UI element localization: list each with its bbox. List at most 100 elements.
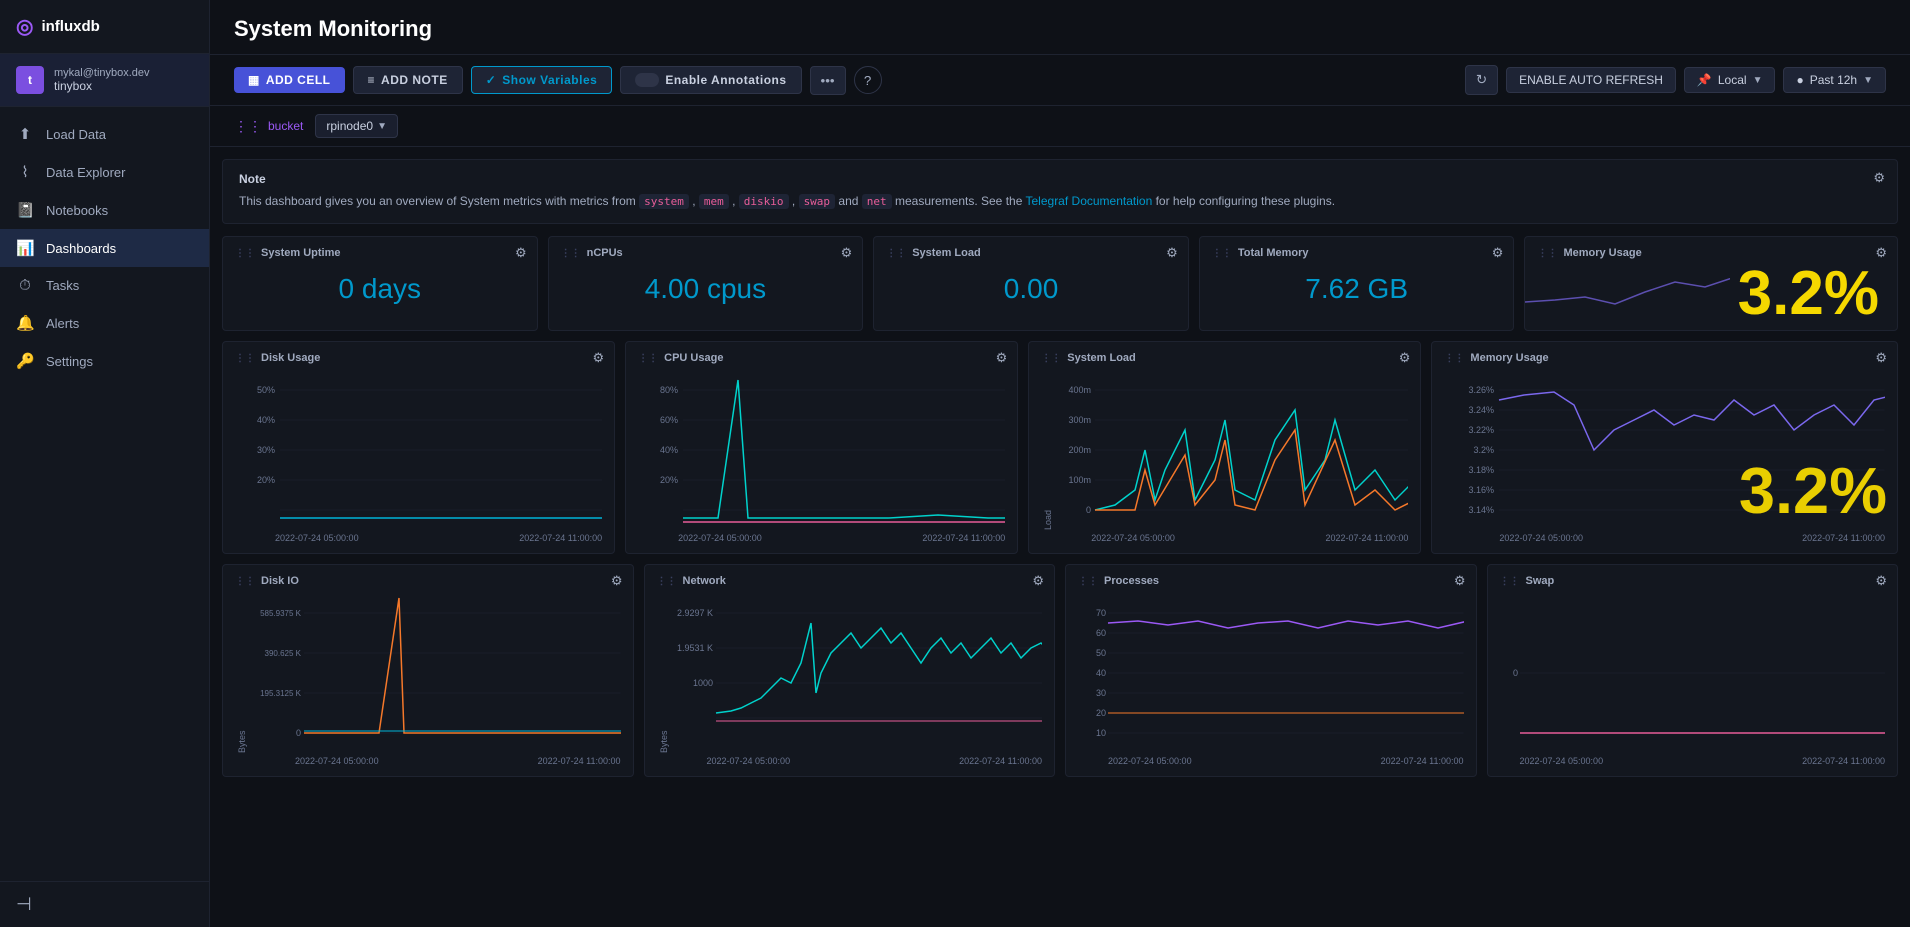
logo-icon: ◎ bbox=[16, 14, 33, 39]
add-note-icon: ≡ bbox=[368, 73, 376, 87]
chart-card-system-load: ⋮⋮ System Load ⚙ Load 400m 300m 200m bbox=[1028, 341, 1421, 554]
enable-auto-refresh-button[interactable]: ENABLE AUTO REFRESH bbox=[1506, 67, 1676, 93]
stat-card-memory-usage: ⋮⋮ Memory Usage ⚙ 3.2% bbox=[1524, 236, 1898, 331]
chart-card-processes: ⋮⋮ Processes ⚙ 70 60 50 bbox=[1065, 564, 1477, 777]
sidebar-nav: ⬆ Load Data ⌇ Data Explorer 📓 Notebooks … bbox=[0, 107, 209, 881]
svg-text:50%: 50% bbox=[257, 385, 275, 395]
network-gear-icon[interactable]: ⚙ bbox=[1032, 573, 1044, 589]
note-gear-icon[interactable]: ⚙ bbox=[1873, 170, 1885, 186]
svg-text:80%: 80% bbox=[660, 385, 678, 395]
drag-handle-icon: ⋮⋮ bbox=[235, 576, 255, 587]
stat-card-gear-icon[interactable]: ⚙ bbox=[841, 245, 853, 261]
sidebar-item-load-data[interactable]: ⬆ Load Data bbox=[0, 115, 209, 153]
stat-card-title: ⋮⋮ Memory Usage bbox=[1537, 247, 1885, 259]
sidebar-item-data-explorer[interactable]: ⌇ Data Explorer bbox=[0, 153, 209, 191]
svg-text:0: 0 bbox=[296, 728, 301, 738]
chart-card-title: ⋮⋮ Disk IO bbox=[235, 575, 621, 587]
disk-io-gear-icon[interactable]: ⚙ bbox=[611, 573, 623, 589]
svg-text:10: 10 bbox=[1096, 728, 1106, 738]
alerts-icon: 🔔 bbox=[16, 314, 34, 332]
sidebar: ◎ influxdb t mykal@tinybox.dev tinybox ⬆… bbox=[0, 0, 210, 927]
svg-text:3.26%: 3.26% bbox=[1469, 385, 1495, 395]
cpu-usage-svg: 80% 60% 40% 20% bbox=[638, 370, 1005, 530]
chart-time-labels: 2022-07-24 05:00:00 2022-07-24 11:00:00 bbox=[1499, 533, 1885, 543]
svg-text:70: 70 bbox=[1096, 608, 1106, 618]
drag-handle-icon: ⋮⋮ bbox=[561, 248, 581, 259]
add-cell-icon: ▦ bbox=[248, 73, 260, 87]
stat-value-uptime: 0 days bbox=[235, 265, 525, 313]
variable-bucket-select[interactable]: rpinode0 ▼ bbox=[315, 114, 398, 138]
swap-gear-icon[interactable]: ⚙ bbox=[1875, 573, 1887, 589]
cpu-usage-chart-area: 80% 60% 40% 20% bbox=[638, 370, 1005, 530]
sidebar-item-notebooks[interactable]: 📓 Notebooks bbox=[0, 191, 209, 229]
disk-usage-gear-icon[interactable]: ⚙ bbox=[592, 350, 604, 366]
chart-time-labels: 2022-07-24 05:00:00 2022-07-24 11:00:00 bbox=[678, 533, 1005, 543]
help-button[interactable]: ? bbox=[854, 66, 882, 94]
telegraf-docs-link[interactable]: Telegraf Documentation bbox=[1026, 194, 1153, 208]
timezone-selector[interactable]: 📌 Local ▼ bbox=[1684, 67, 1776, 93]
sidebar-item-settings[interactable]: 🔑 Settings bbox=[0, 342, 209, 380]
time-range-selector[interactable]: ● Past 12h ▼ bbox=[1783, 67, 1886, 93]
variable-icon: ⋮⋮ bbox=[234, 118, 262, 135]
add-cell-button[interactable]: ▦ ADD CELL bbox=[234, 67, 345, 93]
system-load-chart-gear-icon[interactable]: ⚙ bbox=[1399, 350, 1411, 366]
processes-svg: 70 60 50 40 30 20 10 bbox=[1078, 593, 1464, 753]
explore-icon: ⌇ bbox=[16, 163, 34, 181]
svg-text:0: 0 bbox=[1086, 505, 1091, 515]
drag-handle-icon: ⋮⋮ bbox=[235, 353, 255, 364]
cpu-usage-gear-icon[interactable]: ⚙ bbox=[996, 350, 1008, 366]
network-chart-area: Bytes 2.9297 K 1.9531 K 1000 bbox=[657, 593, 1043, 753]
enable-annotations-button[interactable]: Enable Annotations bbox=[620, 66, 801, 94]
stat-card-system-load: ⋮⋮ System Load ⚙ 0.00 bbox=[873, 236, 1189, 331]
user-info: mykal@tinybox.dev tinybox bbox=[54, 67, 150, 93]
y-axis-label-load: Load bbox=[1041, 370, 1055, 530]
dashboard-icon: 📊 bbox=[16, 239, 34, 257]
note-title: Note bbox=[239, 172, 1881, 186]
sidebar-item-label: Load Data bbox=[46, 127, 106, 142]
user-email: mykal@tinybox.dev bbox=[54, 67, 150, 79]
upload-icon: ⬆ bbox=[16, 125, 34, 143]
drag-handle-icon: ⋮⋮ bbox=[1041, 353, 1061, 364]
stat-card-gear-icon[interactable]: ⚙ bbox=[515, 245, 527, 261]
svg-text:1.9531 K: 1.9531 K bbox=[676, 643, 712, 653]
chart-card-title: ⋮⋮ Swap bbox=[1500, 575, 1886, 587]
add-note-button[interactable]: ≡ ADD NOTE bbox=[353, 66, 463, 94]
memory-usage-big-value: 3.2% bbox=[1738, 263, 1889, 325]
stat-value-ncpus: 4.00 cpus bbox=[561, 265, 851, 313]
processes-gear-icon[interactable]: ⚙ bbox=[1454, 573, 1466, 589]
svg-text:60: 60 bbox=[1096, 628, 1106, 638]
toolbar: ▦ ADD CELL ≡ ADD NOTE ✓ Show Variables E… bbox=[210, 55, 1910, 106]
avatar: t bbox=[16, 66, 44, 94]
svg-text:3.16%: 3.16% bbox=[1469, 485, 1495, 495]
check-icon: ✓ bbox=[486, 73, 497, 87]
sidebar-item-label: Alerts bbox=[46, 316, 79, 331]
code-net: net bbox=[862, 194, 892, 209]
memory-usage-chart bbox=[1525, 262, 1729, 331]
stat-card-title: ⋮⋮ System Load bbox=[886, 247, 1176, 259]
stat-card-gear-icon[interactable]: ⚙ bbox=[1166, 245, 1178, 261]
chevron-down-icon: ▼ bbox=[1753, 75, 1763, 86]
variable-bucket-label: ⋮⋮ bucket bbox=[234, 118, 303, 135]
stat-card-ncpus: ⋮⋮ nCPUs ⚙ 4.00 cpus bbox=[548, 236, 864, 331]
stat-card-title: ⋮⋮ nCPUs bbox=[561, 247, 851, 259]
note-panel: Note ⚙ This dashboard gives you an overv… bbox=[222, 159, 1898, 224]
memory-usage-full-gear-icon[interactable]: ⚙ bbox=[1875, 350, 1887, 366]
sidebar-collapse-button[interactable]: ⊣ bbox=[16, 894, 32, 914]
sidebar-item-tasks[interactable]: ⏱ Tasks bbox=[0, 267, 209, 304]
svg-text:20%: 20% bbox=[257, 475, 275, 485]
chart-card-swap: ⋮⋮ Swap ⚙ 0 2022-07-24 05:00:00 2022-07- bbox=[1487, 564, 1899, 777]
sidebar-item-dashboards[interactable]: 📊 Dashboards bbox=[0, 229, 209, 267]
stat-card-gear-icon[interactable]: ⚙ bbox=[1492, 245, 1504, 261]
drag-handle-icon: ⋮⋮ bbox=[1444, 353, 1464, 364]
chart-card-cpu-usage: ⋮⋮ CPU Usage ⚙ 80% 60% 40% 20% bbox=[625, 341, 1018, 554]
more-options-button[interactable]: ••• bbox=[810, 66, 846, 95]
refresh-button[interactable]: ↻ bbox=[1465, 65, 1498, 95]
sidebar-user[interactable]: t mykal@tinybox.dev tinybox bbox=[0, 54, 209, 107]
sidebar-item-alerts[interactable]: 🔔 Alerts bbox=[0, 304, 209, 342]
svg-text:30: 30 bbox=[1096, 688, 1106, 698]
disk-io-svg: 585.9375 K 390.625 K 195.3125 K 0 bbox=[249, 593, 621, 753]
chevron-down-icon: ▼ bbox=[377, 121, 387, 132]
show-variables-button[interactable]: ✓ Show Variables bbox=[471, 66, 613, 94]
svg-text:40: 40 bbox=[1096, 668, 1106, 678]
sidebar-item-label: Dashboards bbox=[46, 241, 116, 256]
